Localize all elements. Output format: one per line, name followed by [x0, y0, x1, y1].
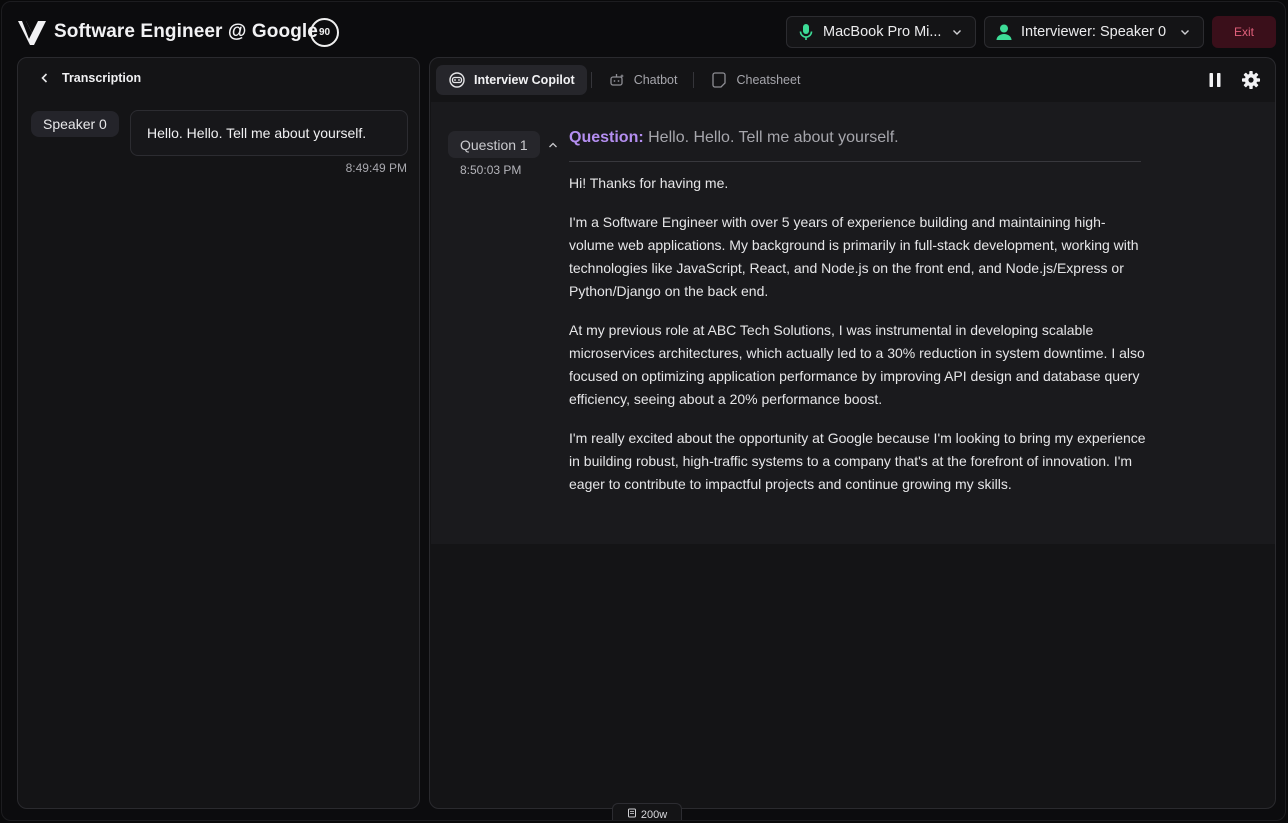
- app-window: Software Engineer @ Google 90 MacBook Pr…: [1, 1, 1286, 821]
- tab-interview-copilot[interactable]: Interview Copilot: [436, 65, 587, 95]
- word-count: 200w: [640, 808, 668, 821]
- interview-title: Software Engineer @ Google: [54, 21, 318, 42]
- transcription-panel: Transcription Speaker 0 Hello. Hello. Te…: [17, 57, 420, 809]
- microphone-label: MacBook Pro Mi...: [823, 24, 942, 40]
- copilot-tabs: Interview Copilot Chatbot Cheatsheet: [436, 65, 812, 95]
- chevron-down-icon: [951, 26, 963, 38]
- interviewer-speaker-select[interactable]: Interviewer: Speaker 0: [984, 16, 1204, 48]
- answer-text: Hi! Thanks for having me. I'm a Software…: [569, 172, 1149, 512]
- tab-cheatsheet[interactable]: Cheatsheet: [698, 65, 812, 95]
- tab-divider: [693, 72, 695, 88]
- microphone-icon: [797, 23, 815, 41]
- copilot-answer-area: Question 1 8:50:03 PM Question: Hello. H…: [431, 102, 1275, 544]
- copilot-icon: [448, 71, 466, 89]
- transcript-message: Hello. Hello. Tell me about yourself.: [130, 110, 408, 156]
- tab-chatbot[interactable]: Chatbot: [596, 65, 690, 95]
- tab-label: Interview Copilot: [474, 73, 575, 87]
- credits-badge: 90: [310, 18, 339, 47]
- answer-paragraph: I'm really excited about the opportunity…: [569, 430, 1146, 492]
- tab-label: Cheatsheet: [736, 73, 801, 87]
- gear-icon[interactable]: [1241, 70, 1261, 90]
- app-logo-icon: [18, 21, 46, 45]
- exit-button[interactable]: Exit: [1212, 16, 1276, 48]
- answer-paragraph: Hi! Thanks for having me.: [569, 175, 729, 191]
- copilot-panel: Interview Copilot Chatbot Cheatsheet Que…: [429, 57, 1276, 809]
- user-icon: [995, 23, 1013, 41]
- answer-paragraph: I'm a Software Engineer with over 5 year…: [569, 214, 1139, 299]
- top-bar: Software Engineer @ Google 90 MacBook Pr…: [2, 2, 1285, 58]
- question-chip: Question 1: [448, 131, 540, 158]
- chevron-up-icon[interactable]: [547, 139, 559, 151]
- interviewer-label: Interviewer: Speaker 0: [1021, 24, 1167, 40]
- document-icon: [627, 808, 637, 820]
- question-heading: Question: Hello. Hello. Tell me about yo…: [569, 129, 1141, 162]
- answer-paragraph: At my previous role at ABC Tech Solution…: [569, 322, 1145, 407]
- chatbot-icon: [608, 71, 626, 89]
- microphone-select[interactable]: MacBook Pro Mi...: [786, 16, 976, 48]
- question-text: Hello. Hello. Tell me about yourself.: [648, 129, 899, 146]
- tab-divider: [590, 72, 592, 88]
- message-timestamp: 8:49:49 PM: [345, 161, 407, 175]
- speaker-chip: Speaker 0: [31, 111, 119, 137]
- chevron-left-icon[interactable]: [38, 71, 52, 85]
- word-count-badge: 200w: [612, 803, 682, 821]
- question-timestamp: 8:50:03 PM: [460, 163, 522, 177]
- chevron-down-icon: [1179, 26, 1191, 38]
- transcription-header: Transcription: [38, 71, 141, 85]
- question-label: Question:: [569, 129, 644, 146]
- copilot-actions: [1205, 70, 1261, 90]
- tab-label: Chatbot: [633, 73, 678, 87]
- transcription-title: Transcription: [62, 71, 142, 85]
- pause-icon[interactable]: [1205, 70, 1225, 90]
- cheatsheet-icon: [710, 71, 728, 89]
